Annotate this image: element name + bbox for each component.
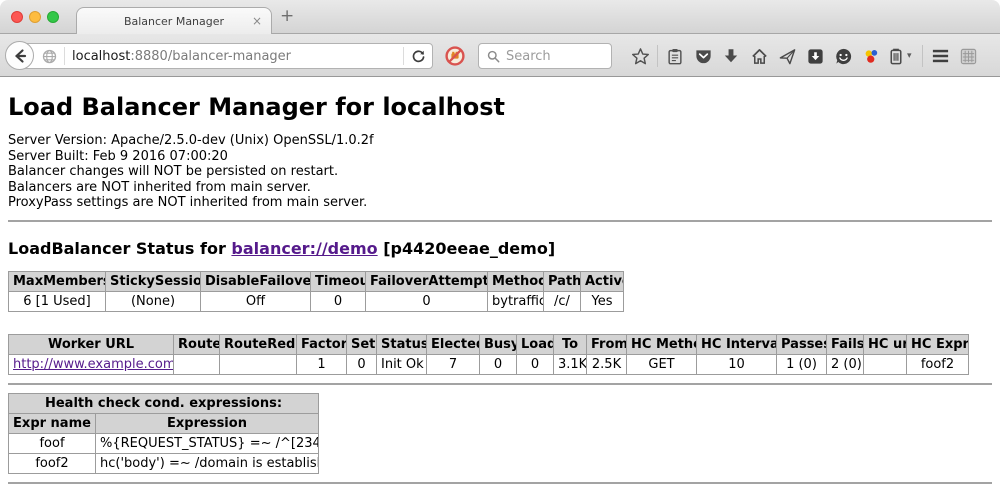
inherit-note-line: Balancers are NOT inherited from main se… (8, 180, 992, 196)
pocket-button[interactable] (689, 42, 717, 70)
clipboard-icon (666, 47, 684, 66)
plugin-blocked-icon (445, 46, 465, 66)
tiles-icon (959, 47, 978, 66)
smiley-icon (834, 47, 853, 66)
send-tab-button[interactable] (773, 42, 801, 70)
minimize-window-button[interactable] (29, 11, 41, 23)
reload-icon[interactable] (411, 49, 426, 64)
send-plane-icon (778, 47, 797, 66)
persist-note-line: Balancer changes will NOT be persisted o… (8, 164, 992, 180)
server-built-line: Server Built: Feb 9 2016 07:00:20 (8, 149, 992, 165)
balancer-params-header-row: MaxMembers StickySession DisableFailover… (9, 271, 624, 291)
url-divider-right (403, 47, 404, 65)
search-icon (487, 50, 500, 63)
bookmark-star-icon (631, 47, 650, 66)
back-button[interactable] (5, 41, 34, 70)
section-divider-3 (8, 482, 992, 484)
toolbar-separator-2 (922, 45, 923, 67)
page-content: Load Balancer Manager for localhost Serv… (0, 93, 1000, 484)
close-window-button[interactable] (11, 11, 23, 23)
menu-button[interactable] (926, 42, 954, 70)
home-icon (750, 47, 769, 66)
worker-header-row: Worker URL Route RouteRedir Factor Set S… (9, 334, 969, 354)
url-divider (64, 47, 65, 65)
worker-row: http://www.example.com/ 1 0 Init Ok 7 0 … (9, 354, 969, 374)
back-icon (12, 48, 28, 64)
search-input[interactable]: Search (478, 43, 612, 69)
pocket-icon (694, 47, 713, 66)
section-divider-2 (8, 383, 992, 385)
feedback-button[interactable] (829, 42, 857, 70)
url-bar[interactable]: localhost:8880/balancer-manager (19, 43, 433, 69)
color-balls-icon (862, 47, 881, 66)
clipboard-button[interactable] (661, 42, 689, 70)
globe-icon (42, 49, 57, 64)
worker-table: Worker URL Route RouteRedir Factor Set S… (8, 334, 969, 375)
search-placeholder: Search (506, 49, 551, 64)
zoom-window-button[interactable] (47, 11, 59, 23)
balancer-demo-link[interactable]: balancer://demo (231, 239, 377, 258)
health-check-row: foof %{REQUEST_STATUS} =~ /^[234]/ (9, 433, 319, 453)
tab-close-icon[interactable]: × (252, 15, 262, 27)
tiles-button[interactable] (954, 42, 982, 70)
download-arrow-icon (722, 47, 740, 65)
proxypass-note-line: ProxyPass settings are NOT inherited fro… (8, 195, 992, 211)
server-version-line: Server Version: Apache/2.5.0-dev (Unix) … (8, 133, 992, 149)
balancer-params-row: 6 [1 Used] (None) Off 0 0 bytraffic /c/ … (9, 291, 624, 311)
downloads-button[interactable] (717, 42, 745, 70)
home-button[interactable] (745, 42, 773, 70)
worker-url-link[interactable]: http://www.example.com/ (13, 357, 174, 372)
container-button[interactable] (885, 42, 907, 70)
page-title: Load Balancer Manager for localhost (8, 93, 992, 121)
bookmark-star-button[interactable] (626, 42, 654, 70)
download-box-icon (806, 47, 825, 66)
extension-balls-button[interactable] (857, 42, 885, 70)
caret-down-icon[interactable]: ▾ (907, 51, 919, 61)
url-text: localhost:8880/balancer-manager (72, 49, 291, 64)
health-check-title-row: Health check cond. expressions: (9, 393, 319, 413)
health-check-table: Health check cond. expressions: Expr nam… (8, 393, 319, 474)
balancer-status-heading: LoadBalancer Status for balancer://demo … (8, 239, 992, 258)
toolbar-separator (657, 45, 658, 67)
titlebar: Balancer Manager × + (0, 0, 1000, 34)
menu-icon (931, 48, 950, 64)
plugin-blocked-button[interactable] (445, 46, 465, 70)
balancer-params-table: MaxMembers StickySession DisableFailover… (8, 271, 624, 312)
tab-title: Balancer Manager (124, 15, 224, 28)
server-info: Server Version: Apache/2.5.0-dev (Unix) … (8, 133, 992, 211)
new-tab-button[interactable]: + (280, 6, 294, 26)
health-check-title: Health check cond. expressions: (9, 393, 319, 413)
health-check-header-row: Expr name Expression (9, 413, 319, 433)
health-check-row: foof2 hc('body') =~ /domain is establish… (9, 453, 319, 473)
tab-balancer-manager[interactable]: Balancer Manager × (76, 7, 272, 35)
navigation-toolbar: localhost:8880/balancer-manager Search (0, 34, 1000, 77)
download-manager-button[interactable] (801, 42, 829, 70)
toolbar-icons: ▾ (626, 42, 982, 70)
container-icon (888, 47, 904, 66)
section-divider-1 (8, 220, 992, 222)
